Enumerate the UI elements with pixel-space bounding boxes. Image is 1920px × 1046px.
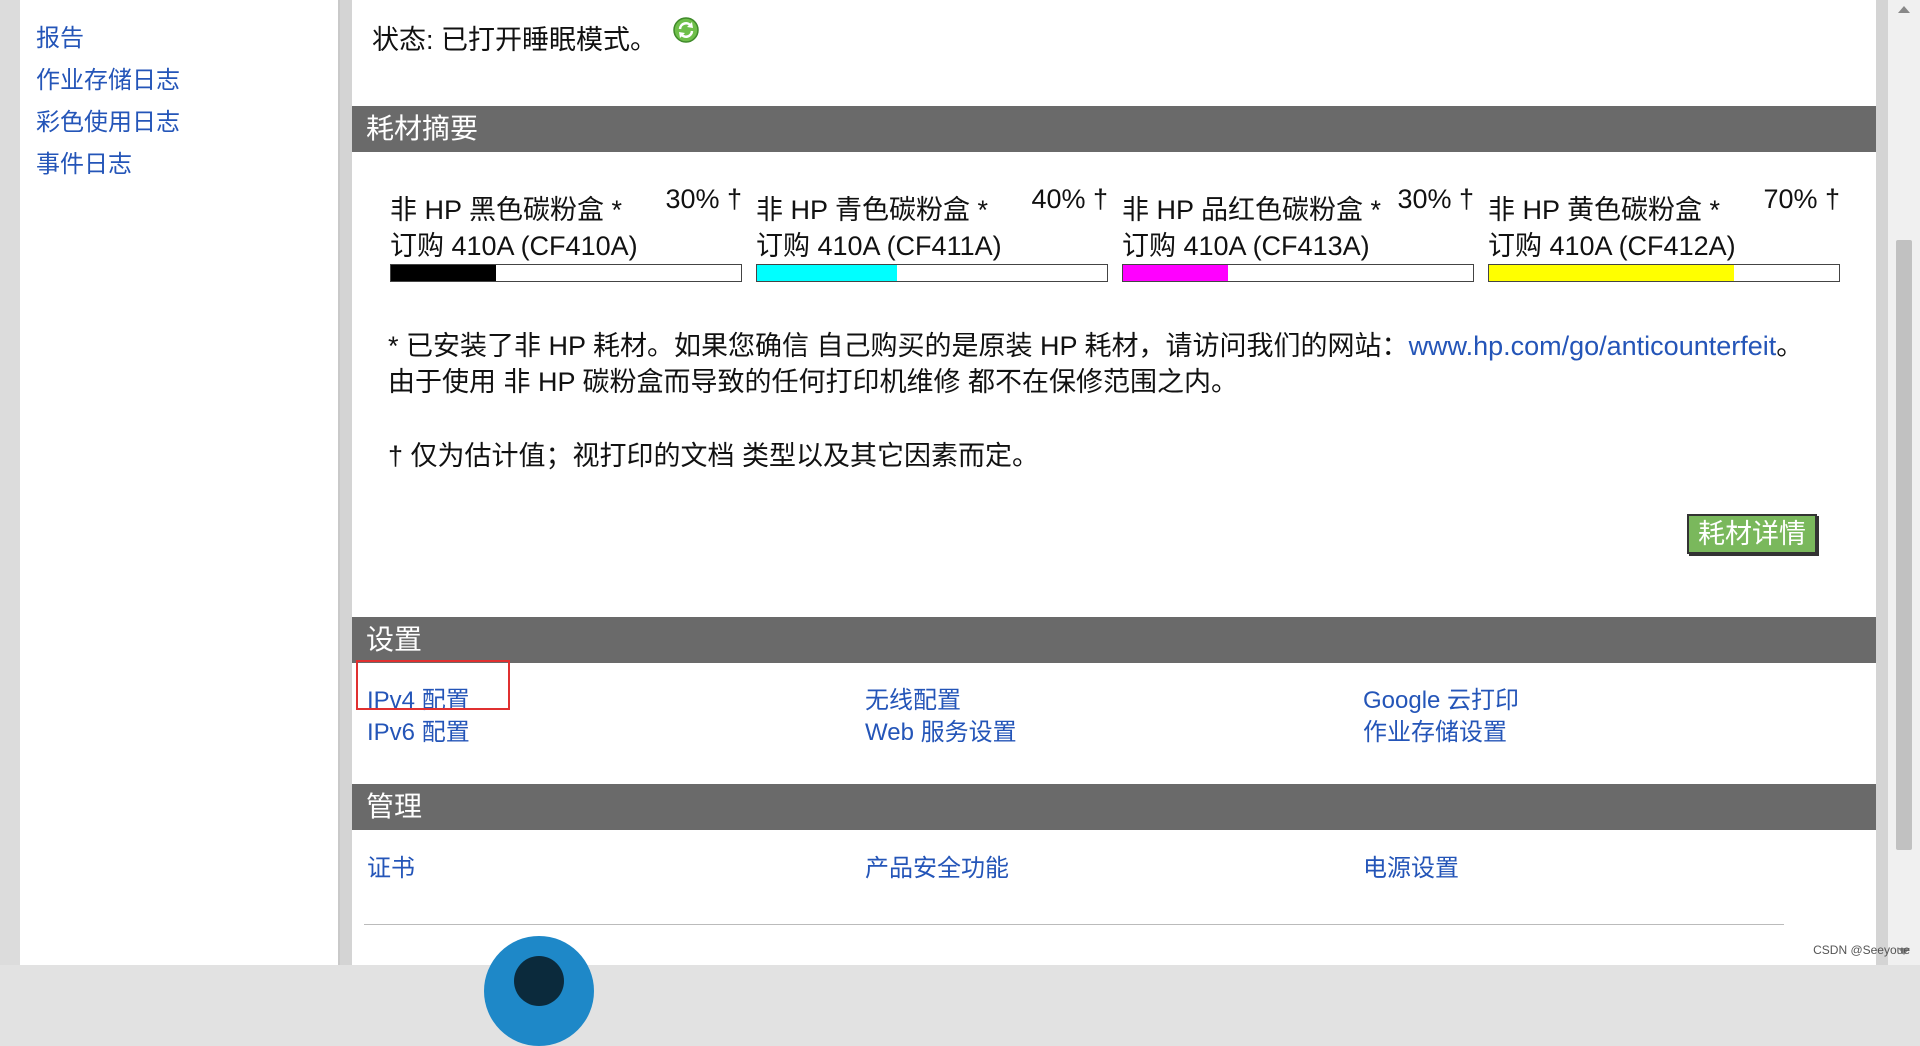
sidebar-link-color-usage-log[interactable]: 彩色使用日志 bbox=[36, 102, 180, 137]
cartridge-percent: 70% † bbox=[1763, 184, 1840, 214]
cartridge-level-fill bbox=[757, 265, 897, 281]
cartridge-level-fill bbox=[391, 265, 496, 281]
hp-logo-icon bbox=[484, 936, 594, 1046]
cartridge-level-fill bbox=[1123, 265, 1228, 281]
wireless-config-link[interactable]: 无线配置 bbox=[865, 680, 961, 715]
highlight-box bbox=[356, 660, 510, 710]
refresh-icon[interactable] bbox=[672, 16, 700, 44]
notice-text: * 已安装了非 HP 耗材。如果您确信 自己购买的是原装 HP 耗材，请访问我们… bbox=[388, 331, 1409, 361]
cartridge-name: 非 HP 黄色碳粉盒 * bbox=[1488, 195, 1721, 225]
window-left-border bbox=[0, 0, 20, 965]
main-content: 状态: 已打开睡眠模式。 耗材摘要 非 HP 黑色碳粉盒 * 30% † 订购 … bbox=[352, 0, 1876, 1046]
cartridge-name: 非 HP 品红色碳粉盒 * bbox=[1122, 195, 1382, 225]
cartridge-level-bar bbox=[1122, 264, 1474, 282]
cartridge-order-number: 订购 410A (CF413A) bbox=[1122, 231, 1370, 261]
supplies-details-button[interactable]: 耗材详情 bbox=[1687, 514, 1817, 554]
content-gutter-left bbox=[340, 0, 352, 965]
cartridge-level-bar bbox=[390, 264, 742, 282]
cartridge-level-fill bbox=[1489, 265, 1734, 281]
certificates-link[interactable]: 证书 bbox=[367, 848, 415, 883]
power-settings-link[interactable]: 电源设置 bbox=[1363, 848, 1459, 883]
cartridge-percent: 30% † bbox=[665, 184, 742, 214]
supplies-section-header: 耗材摘要 bbox=[352, 106, 1876, 152]
cartridge-order-number: 订购 410A (CF410A) bbox=[390, 231, 638, 261]
content-gutter-right bbox=[1876, 0, 1888, 965]
printer-status-text: 状态: 已打开睡眠模式。 bbox=[372, 25, 658, 55]
sidebar-link-reports[interactable]: 报告 bbox=[36, 18, 84, 53]
job-storage-settings-link[interactable]: 作业存储设置 bbox=[1363, 712, 1507, 747]
cartridge-level-bar bbox=[1488, 264, 1840, 282]
scroll-up-arrow-icon[interactable] bbox=[1898, 6, 1910, 13]
footer-divider bbox=[364, 924, 1784, 925]
cartridge-order-number: 订购 410A (CF412A) bbox=[1488, 231, 1736, 261]
web-services-settings-link[interactable]: Web 服务设置 bbox=[865, 712, 1017, 747]
scrollbar-thumb[interactable] bbox=[1896, 240, 1912, 850]
cartridge-percent: 30% † bbox=[1397, 184, 1474, 214]
warranty-notice: 由于使用 非 HP 碳粉盒而导致的任何打印机维修 都不在保修范围之内。 bbox=[388, 367, 1239, 397]
management-section-header: 管理 bbox=[352, 784, 1876, 830]
cartridge-level-bar bbox=[756, 264, 1108, 282]
sidebar-link-event-log[interactable]: 事件日志 bbox=[36, 144, 132, 179]
settings-section-header: 设置 bbox=[352, 617, 1876, 663]
cartridge-name: 非 HP 青色碳粉盒 * bbox=[756, 195, 989, 225]
non-hp-supplies-notice: * 已安装了非 HP 耗材。如果您确信 自己购买的是原装 HP 耗材，请访问我们… bbox=[388, 324, 1803, 363]
product-security-link[interactable]: 产品安全功能 bbox=[865, 848, 1009, 883]
watermark: CSDN @Seeyoue bbox=[1813, 943, 1910, 957]
notice-end: 。 bbox=[1776, 331, 1804, 361]
sidebar-nav: 报告 作业存储日志 彩色使用日志 事件日志 bbox=[20, 0, 340, 965]
cartridge-order-number: 订购 410A (CF411A) bbox=[756, 231, 1002, 261]
anticounterfeit-link[interactable]: www.hp.com/go/anticounterfeit bbox=[1409, 331, 1777, 361]
estimate-notice: † 仅为估计值；视打印的文档 类型以及其它因素而定。 bbox=[388, 441, 1040, 471]
sidebar-link-job-storage-log[interactable]: 作业存储日志 bbox=[36, 60, 180, 95]
cartridge-percent: 40% † bbox=[1031, 184, 1108, 214]
cartridge-name: 非 HP 黑色碳粉盒 * bbox=[390, 195, 623, 225]
google-cloud-print-link[interactable]: Google 云打印 bbox=[1363, 680, 1519, 715]
vertical-scrollbar[interactable] bbox=[1888, 0, 1920, 965]
ipv6-config-link[interactable]: IPv6 配置 bbox=[367, 712, 470, 747]
